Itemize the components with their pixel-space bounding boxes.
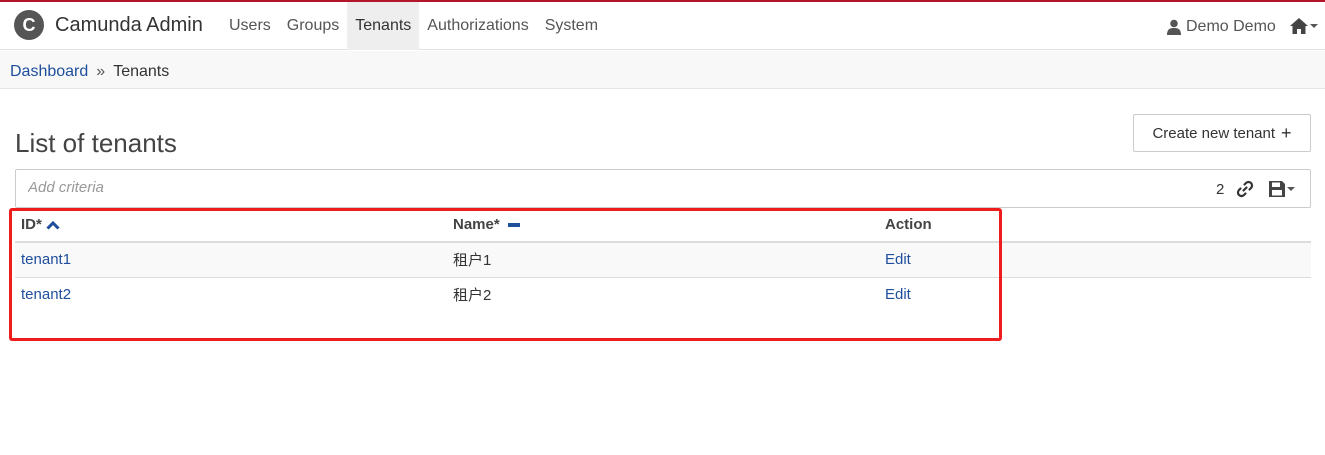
column-header-id[interactable]: ID*: [15, 208, 447, 243]
tenants-table: ID* Name* Action tenant1 租户1 Edit tenant…: [15, 208, 1311, 312]
plus-icon: +: [1281, 122, 1292, 143]
column-header-name[interactable]: Name*: [447, 208, 879, 243]
nav-item-system[interactable]: System: [537, 2, 606, 50]
tenant-id-link[interactable]: tenant2: [21, 286, 71, 303]
create-tenant-label: Create new tenant: [1152, 124, 1276, 142]
column-header-action: Action: [879, 208, 1311, 243]
home-menu[interactable]: [1290, 18, 1318, 34]
result-count: 2: [1216, 181, 1225, 198]
main-nav: Users Groups Tenants Authorizations Syst…: [221, 2, 606, 50]
sort-ascending-icon: [46, 220, 60, 230]
floppy-disk-icon: [1269, 181, 1285, 197]
nav-item-tenants[interactable]: Tenants: [347, 2, 420, 50]
table-header-row: ID* Name* Action: [15, 208, 1311, 243]
table-row: tenant1 租户1 Edit: [15, 242, 1311, 278]
camunda-logo: C: [14, 10, 44, 40]
breadcrumb-dashboard[interactable]: Dashboard: [10, 63, 88, 81]
edit-tenant-link[interactable]: Edit: [885, 251, 911, 268]
tenant-id-link[interactable]: tenant1: [21, 251, 71, 268]
breadcrumb-bar: Dashboard » Tenants: [0, 51, 1325, 89]
create-tenant-button[interactable]: Create new tenant +: [1133, 114, 1311, 152]
edit-tenant-link[interactable]: Edit: [885, 286, 911, 303]
page-title: List of tenants: [15, 128, 177, 158]
search-input[interactable]: [28, 179, 628, 196]
breadcrumb: Dashboard » Tenants: [10, 63, 169, 81]
brand[interactable]: C Camunda Admin: [14, 10, 203, 40]
chevron-down-icon: [1310, 24, 1318, 28]
search-criteria-bar: 2: [15, 169, 1311, 208]
table-row: tenant2 租户2 Edit: [15, 277, 1311, 312]
nav-item-groups[interactable]: Groups: [279, 2, 347, 50]
save-search-menu[interactable]: [1269, 181, 1295, 197]
column-label: Action: [885, 216, 932, 233]
app-title: Camunda Admin: [55, 13, 203, 36]
top-navbar: C Camunda Admin Users Groups Tenants Aut…: [0, 0, 1325, 50]
home-icon: [1290, 18, 1308, 34]
user-name: Demo Demo: [1186, 18, 1276, 35]
user-icon: [1167, 19, 1181, 35]
column-label: ID*: [21, 216, 42, 233]
tenant-name: 租户1: [447, 242, 879, 278]
link-icon[interactable]: [1236, 180, 1254, 203]
chevron-down-icon: [1287, 187, 1295, 191]
nav-item-users[interactable]: Users: [221, 2, 279, 50]
breadcrumb-current: Tenants: [113, 63, 170, 80]
column-label: Name*: [453, 216, 500, 233]
breadcrumb-separator: »: [96, 63, 106, 80]
user-menu[interactable]: Demo Demo: [1166, 2, 1276, 52]
nav-item-authorizations[interactable]: Authorizations: [419, 2, 536, 50]
tenant-name: 租户2: [453, 287, 492, 305]
sort-none-icon: [507, 223, 520, 228]
